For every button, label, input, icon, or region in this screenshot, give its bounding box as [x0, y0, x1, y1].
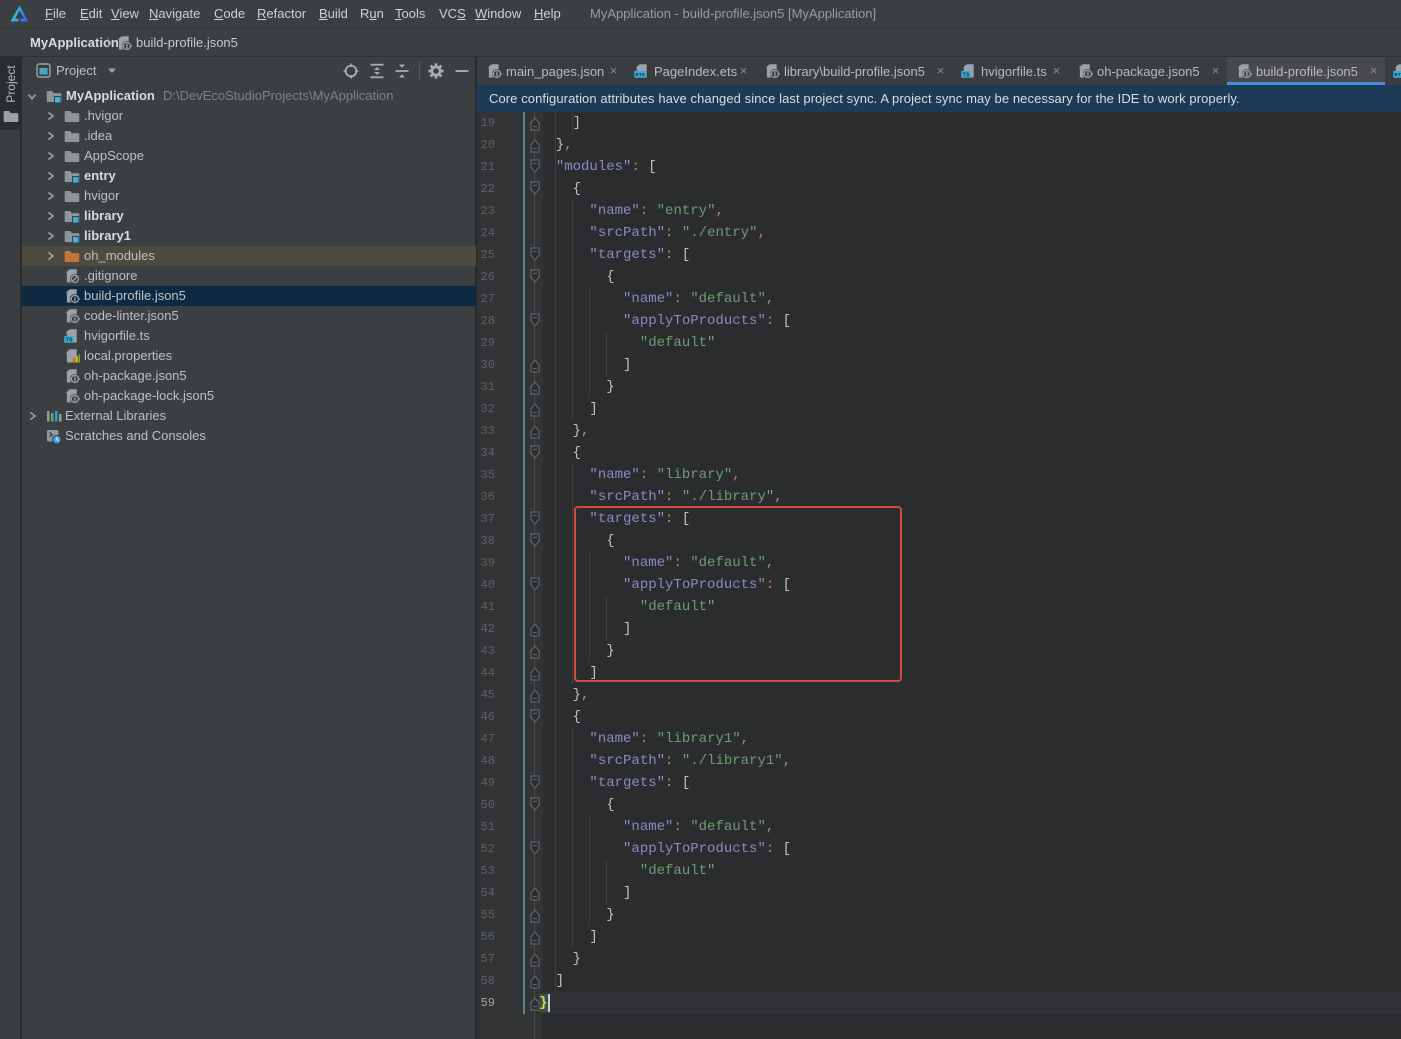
svg-text:TS: TS — [963, 72, 970, 78]
svg-text:TS: TS — [66, 337, 73, 343]
svg-text:ETS: ETS — [1394, 72, 1401, 78]
svg-text:ETS: ETS — [635, 72, 645, 78]
